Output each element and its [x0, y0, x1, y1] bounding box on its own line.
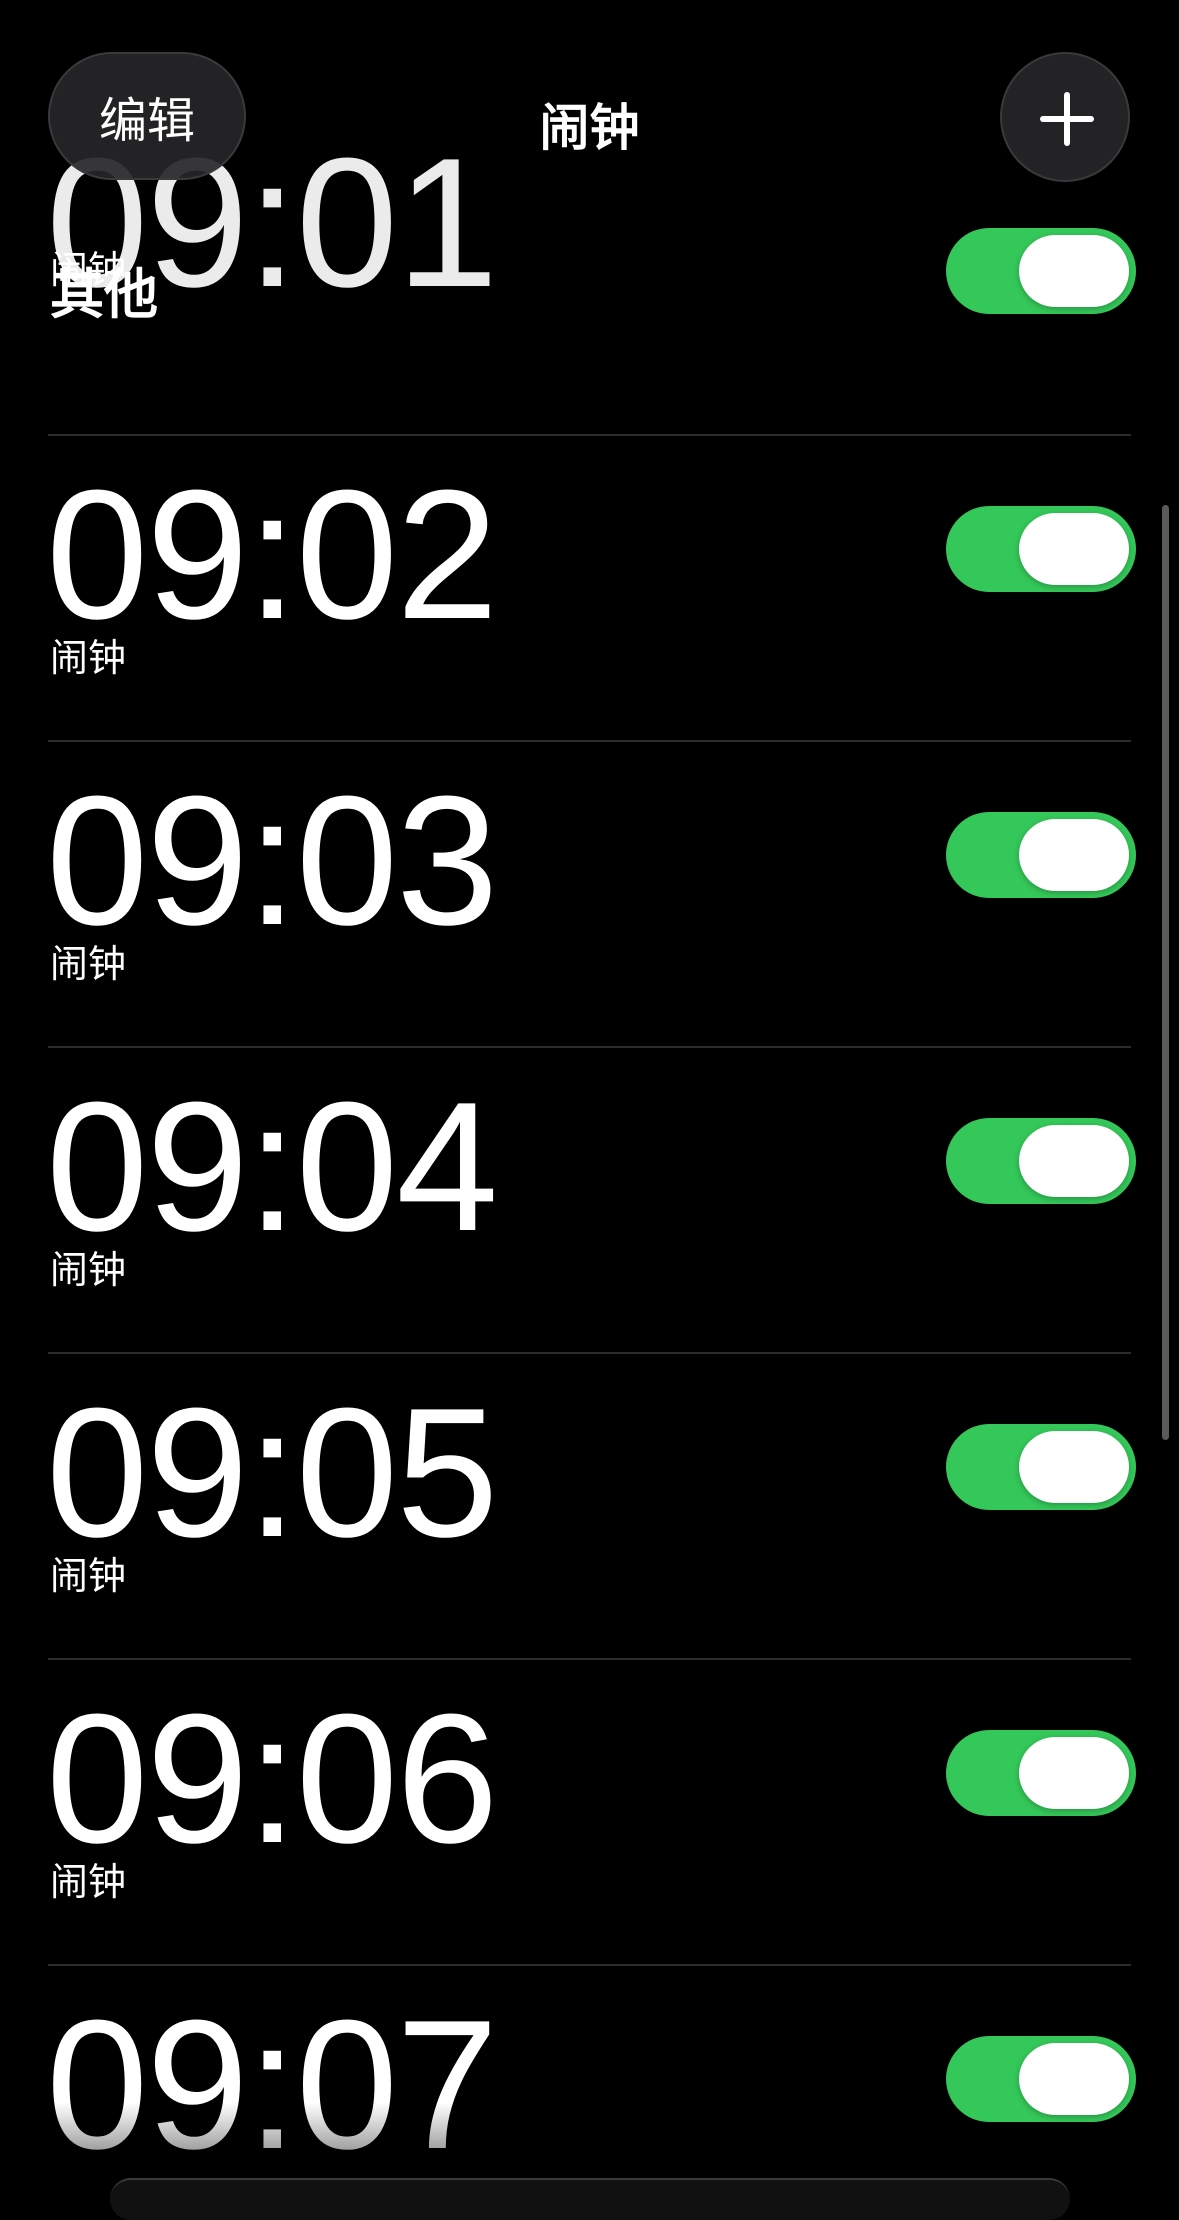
- add-alarm-button[interactable]: [1000, 52, 1130, 182]
- alarm-row[interactable]: 09:03 闹钟: [0, 742, 1179, 1048]
- alarm-toggle[interactable]: [946, 1118, 1136, 1204]
- alarm-label: 闹钟: [50, 1860, 127, 1904]
- alarm-time: 09:04: [46, 1063, 498, 1269]
- alarm-row[interactable]: 09:02 闹钟: [0, 436, 1179, 742]
- alarm-toggle[interactable]: [946, 812, 1136, 898]
- alarm-label: 闹钟: [50, 1554, 127, 1598]
- alarm-row[interactable]: 09:07: [0, 1966, 1179, 2191]
- toggle-knob: [1019, 513, 1129, 585]
- toggle-knob: [1019, 1125, 1129, 1197]
- alarm-time: 09:05: [46, 1369, 498, 1575]
- section-header: 其他: [50, 263, 158, 326]
- toggle-knob: [1019, 235, 1129, 307]
- alarm-label: 闹钟: [50, 942, 127, 986]
- alarm-row[interactable]: 09:05 闹钟: [0, 1354, 1179, 1660]
- alarm-label: 闹钟: [50, 1248, 127, 1292]
- alarm-time: 09:07: [46, 1981, 498, 2187]
- alarm-toggle[interactable]: [946, 2036, 1136, 2122]
- alarm-row[interactable]: 09:06 闹钟: [0, 1660, 1179, 1966]
- alarm-toggle[interactable]: [946, 228, 1136, 314]
- toggle-knob: [1019, 1431, 1129, 1503]
- alarm-label: 闹钟: [50, 636, 127, 680]
- toggle-knob: [1019, 819, 1129, 891]
- alarm-toggle[interactable]: [946, 1730, 1136, 1816]
- alarm-toggle[interactable]: [946, 1424, 1136, 1510]
- toggle-knob: [1019, 2043, 1129, 2115]
- alarm-time: 09:02: [46, 451, 498, 657]
- tab-bar: [110, 2178, 1070, 2220]
- scrollbar[interactable]: [1162, 505, 1169, 1440]
- alarm-toggle[interactable]: [946, 506, 1136, 592]
- alarm-list[interactable]: 09:01 闹钟 09:02 闹钟 09:03 闹钟 09:04 闹钟 09:0: [0, 0, 1179, 2191]
- alarm-time: 09:06: [46, 1675, 498, 1881]
- alarm-time: 09:03: [46, 757, 498, 963]
- alarm-row[interactable]: 09:04 闹钟: [0, 1048, 1179, 1354]
- toggle-knob: [1019, 1737, 1129, 1809]
